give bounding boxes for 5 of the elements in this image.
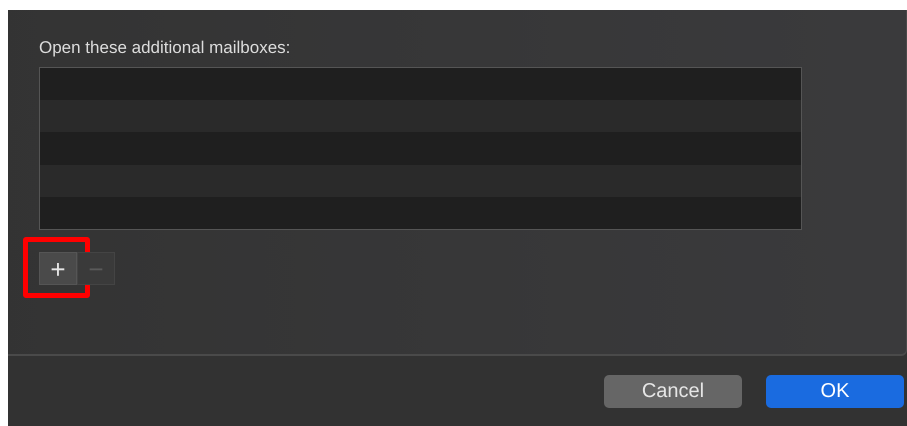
- ok-button[interactable]: OK: [766, 375, 904, 408]
- add-button[interactable]: +: [39, 252, 77, 285]
- mailboxes-heading: Open these additional mailboxes:: [39, 38, 292, 58]
- mailbox-list[interactable]: [39, 67, 802, 230]
- cancel-button[interactable]: Cancel: [604, 375, 742, 408]
